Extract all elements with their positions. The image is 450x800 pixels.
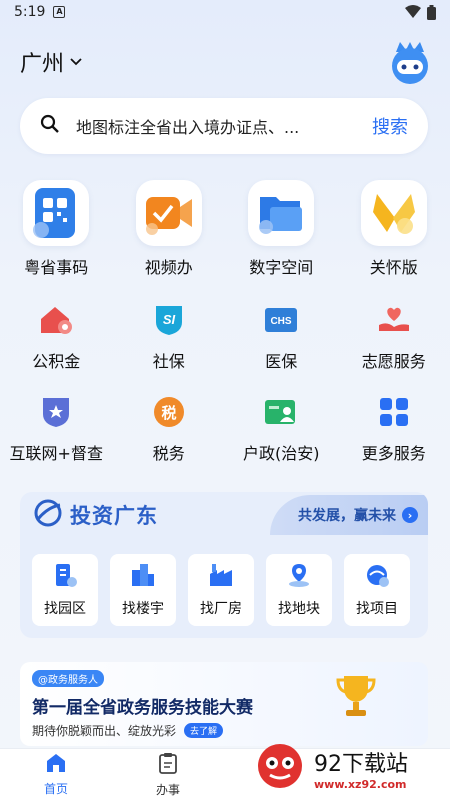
service-social-security[interactable]: SI 社保 <box>113 300 226 392</box>
service-label: 公积金 <box>32 352 81 371</box>
land-icon <box>286 562 312 592</box>
house-fund-icon <box>36 300 76 340</box>
invest-card-label: 找项目 <box>356 601 398 617</box>
invest-card-factory[interactable]: 找厂房 <box>188 554 254 626</box>
chevron-down-icon[interactable] <box>70 55 82 69</box>
banner-subtitle-row: 期待你脱颖而出、绽放光彩 去了解 <box>32 722 416 739</box>
invest-slogan: 共发展，赢未来 <box>298 508 396 524</box>
tax-icon: 税 <box>149 392 189 432</box>
invest-card-label: 找厂房 <box>200 601 242 617</box>
tab-label: 首页 <box>43 781 68 796</box>
tax-text: 税 <box>161 404 176 422</box>
service-label: 视频办 <box>144 258 193 277</box>
service-label: 志愿服务 <box>361 352 426 371</box>
invest-card-label: 找园区 <box>44 601 86 617</box>
watermark-main: 92下载站 <box>314 751 408 777</box>
search-bar[interactable]: 地图标注全省出入境办证点、... 搜索 <box>20 98 428 154</box>
service-household[interactable]: 户政(治安) <box>225 392 338 484</box>
service-ysm-code[interactable]: 粤省事码 <box>0 180 113 278</box>
invest-card-project[interactable]: 找项目 <box>344 554 410 626</box>
banner-badge: @政务服务人 <box>32 670 104 687</box>
household-icon <box>261 392 301 432</box>
social-security-icon: SI <box>149 300 189 340</box>
sub-services: 公积金 SI 社保 CHS 医保 志愿服务 互联网+督查 税 税务 户政(治安) <box>0 300 450 484</box>
more-services-icon <box>374 392 414 432</box>
folder-icon <box>248 180 315 246</box>
service-volunteer[interactable]: 志愿服务 <box>338 300 450 392</box>
tab-home[interactable]: 首页 <box>0 749 112 800</box>
trophy-icon <box>334 672 378 724</box>
invest-logo-icon <box>34 499 62 531</box>
si-text: SI <box>163 312 176 327</box>
invest-card-land[interactable]: 找地块 <box>266 554 332 626</box>
status-time: 5:19 <box>14 4 46 20</box>
status-icons <box>405 4 436 20</box>
service-more[interactable]: 更多服务 <box>338 392 450 484</box>
invest-card-label: 找地块 <box>278 601 320 617</box>
wifi-icon <box>405 5 421 18</box>
inspection-icon <box>36 392 76 432</box>
tab-label: 办事 <box>155 782 180 797</box>
city-selector[interactable]: 广州 <box>20 46 64 78</box>
service-label: 医保 <box>265 352 298 371</box>
skills-contest-banner[interactable]: @政务服务人 第一届全省政务服务技能大赛 期待你脱颖而出、绽放光彩 去了解 <box>20 662 428 746</box>
banner-subtitle: 期待你脱颖而出、绽放光彩 <box>32 724 177 738</box>
service-label: 数字空间 <box>249 258 314 277</box>
invest-cards: 找园区 找楼宇 找厂房 找地块 找项目 <box>20 538 428 626</box>
tab-office[interactable]: 办事 <box>112 749 224 800</box>
building-icon <box>130 562 156 592</box>
watermark-url: www.xz92.com <box>314 777 407 791</box>
header: 广州 <box>20 40 434 84</box>
medical-insurance-icon: CHS <box>261 300 301 340</box>
avatar[interactable] <box>386 38 434 86</box>
service-label: 互联网+督查 <box>9 444 103 463</box>
ribbon-icon <box>360 180 427 246</box>
service-label: 更多服务 <box>361 444 426 463</box>
search-icon <box>40 114 60 138</box>
invest-slogan-link[interactable]: 共发展，赢未来 › <box>270 495 428 535</box>
invest-card-building[interactable]: 找楼宇 <box>110 554 176 626</box>
watermark-logo-icon <box>252 741 308 795</box>
invest-guangdong-panel: 投资广东 共发展，赢未来 › 找园区 找楼宇 找厂房 找地块 找项目 <box>20 492 428 638</box>
invest-card-park[interactable]: 找园区 <box>32 554 98 626</box>
invest-card-label: 找楼宇 <box>122 601 164 617</box>
service-tax[interactable]: 税 税务 <box>113 392 226 484</box>
service-medical-insurance[interactable]: CHS 医保 <box>225 300 338 392</box>
watermark: 92下载站 www.xz92.com <box>252 740 442 796</box>
park-icon <box>52 562 78 592</box>
service-care-edition[interactable]: 关怀版 <box>338 180 450 278</box>
service-digital-space[interactable]: 数字空间 <box>225 180 338 278</box>
chs-text: CHS <box>271 316 292 327</box>
service-internet-inspection[interactable]: 互联网+督查 <box>0 392 113 484</box>
service-label: 关怀版 <box>369 258 418 277</box>
battery-icon <box>427 4 436 20</box>
factory-icon <box>208 562 234 592</box>
service-label: 粤省事码 <box>24 258 89 277</box>
invest-title: 投资广东 <box>70 504 158 528</box>
chevron-right-icon: › <box>402 507 418 523</box>
banner-more-button[interactable]: 去了解 <box>184 723 224 738</box>
home-icon <box>45 753 67 777</box>
service-housing-fund[interactable]: 公积金 <box>0 300 113 392</box>
volunteer-icon <box>374 300 414 340</box>
qr-code-icon <box>23 180 90 246</box>
service-video[interactable]: 视频办 <box>113 180 226 278</box>
status-bar: 5:19 A <box>0 0 450 24</box>
invest-header: 投资广东 共发展，赢未来 › <box>20 492 428 538</box>
main-services: 粤省事码 视频办 数字空间 关怀版 <box>0 180 450 278</box>
service-label: 户政(治安) <box>243 444 320 463</box>
service-label: 税务 <box>152 444 185 463</box>
project-icon <box>364 562 390 592</box>
notification-icon: A <box>53 6 66 18</box>
search-input[interactable]: 地图标注全省出入境办证点、... <box>76 114 362 138</box>
video-icon <box>135 180 202 246</box>
clipboard-icon <box>158 752 178 778</box>
service-label: 社保 <box>152 352 185 371</box>
search-button[interactable]: 搜索 <box>372 113 408 139</box>
